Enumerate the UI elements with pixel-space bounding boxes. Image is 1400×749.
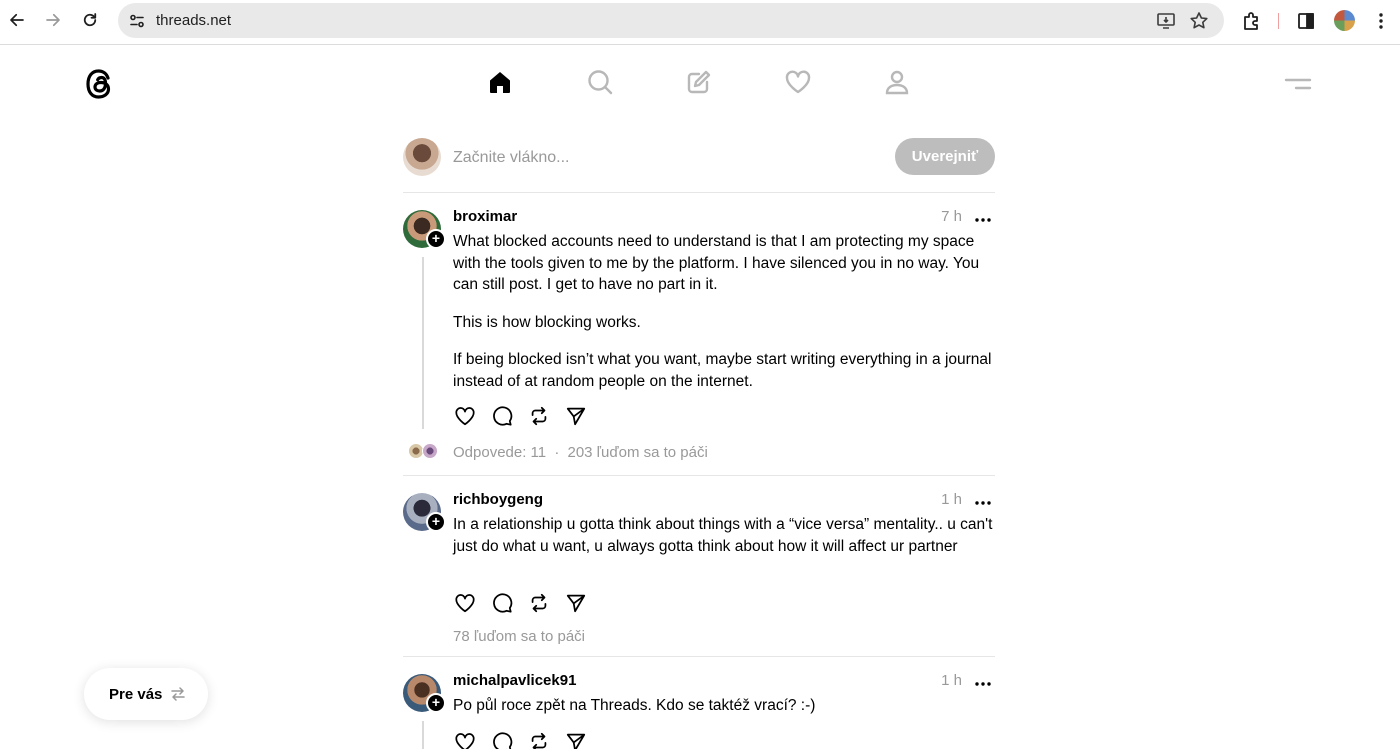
- browser-menu-icon[interactable]: [1369, 9, 1393, 33]
- url-text: threads.net: [156, 12, 232, 29]
- avatar: [403, 138, 441, 176]
- post-paragraph: This is how blocking works.: [453, 313, 641, 331]
- feed-switch-button[interactable]: Pre vás: [84, 668, 208, 720]
- thread-line: [422, 257, 424, 429]
- swap-icon: [170, 686, 186, 702]
- heart-icon: [784, 68, 812, 101]
- browser-toolbar: threads.net: [0, 0, 1400, 45]
- post-button[interactable]: Uverejniť: [895, 138, 995, 175]
- post-paragraph: Po půl roce zpět na Threads. Kdo se takt…: [453, 697, 816, 714]
- follow-badge[interactable]: +: [426, 693, 446, 713]
- more-icon[interactable]: [973, 495, 993, 505]
- repost-icon[interactable]: [527, 404, 551, 428]
- post: + michalpavlicek91 1 h Po půl roce zpět …: [403, 657, 995, 749]
- thread-line: [422, 721, 424, 749]
- post-time[interactable]: 7 h: [941, 208, 962, 225]
- feed-switch-label: Pre vás: [109, 685, 163, 703]
- browser-profile-avatar[interactable]: [1334, 10, 1355, 31]
- forward-icon[interactable]: [41, 8, 65, 32]
- nav-compose[interactable]: [679, 64, 719, 104]
- nav-search[interactable]: [580, 64, 620, 104]
- post-time[interactable]: 1 h: [941, 491, 962, 508]
- like-icon[interactable]: [453, 404, 477, 428]
- back-icon[interactable]: [5, 8, 29, 32]
- compose-icon: [685, 68, 713, 101]
- share-icon[interactable]: [564, 591, 588, 615]
- repost-icon[interactable]: [527, 730, 551, 749]
- comment-icon[interactable]: [490, 730, 514, 749]
- composer-input[interactable]: Začnite vlákno...: [453, 149, 570, 167]
- post: + richboygeng 1 h In a relationship u go…: [403, 476, 995, 657]
- post-paragraph: If being blocked isn’t what you want, ma…: [453, 351, 992, 390]
- like-icon[interactable]: [453, 591, 477, 615]
- repost-icon[interactable]: [527, 591, 551, 615]
- nav-home[interactable]: [480, 64, 520, 104]
- extensions-icon[interactable]: [1240, 9, 1264, 33]
- reply-avatar: [422, 443, 438, 459]
- like-icon[interactable]: [453, 730, 477, 749]
- comment-icon[interactable]: [490, 404, 514, 428]
- home-icon: [486, 68, 514, 101]
- post-body: What blocked accounts need to understand…: [453, 231, 995, 408]
- post-time[interactable]: 1 h: [941, 672, 962, 689]
- threads-logo[interactable]: [84, 67, 116, 101]
- username[interactable]: michalpavlicek91: [453, 672, 576, 689]
- username[interactable]: broximar: [453, 208, 517, 225]
- more-icon[interactable]: [973, 676, 993, 686]
- replies-count[interactable]: Odpovede: 11: [453, 444, 546, 461]
- stats-separator: ·: [554, 444, 560, 461]
- follow-badge[interactable]: +: [426, 512, 446, 532]
- composer: Začnite vlákno... Uverejniť: [403, 130, 995, 193]
- search-icon: [586, 68, 614, 101]
- reload-icon[interactable]: [78, 8, 102, 32]
- install-app-icon[interactable]: [1155, 10, 1177, 32]
- post-paragraph: In a relationship u gotta think about th…: [453, 516, 993, 555]
- post-stats: 78 ľuďom sa to páči: [453, 628, 585, 645]
- bookmark-star-icon[interactable]: [1188, 10, 1210, 32]
- feed: Začnite vlákno... Uverejniť + broximar 7…: [403, 130, 995, 749]
- post-stats: Odpovede: 11 · 203 ľuďom sa to páči: [453, 444, 708, 461]
- post-paragraph: What blocked accounts need to understand…: [453, 233, 980, 293]
- post-body: Po půl roce zpět na Threads. Kdo se takt…: [453, 695, 995, 733]
- address-bar[interactable]: threads.net: [118, 3, 1224, 38]
- likes-count[interactable]: 78 ľuďom sa to páči: [453, 628, 585, 645]
- nav-profile[interactable]: [877, 64, 917, 104]
- follow-badge[interactable]: +: [426, 229, 446, 249]
- nav-activity[interactable]: [778, 64, 818, 104]
- comment-icon[interactable]: [490, 591, 514, 615]
- post-body: In a relationship u gotta think about th…: [453, 514, 995, 573]
- profile-icon: [883, 68, 911, 101]
- side-panel-icon[interactable]: [1294, 9, 1318, 33]
- toolbar-divider: [1278, 13, 1279, 29]
- share-icon[interactable]: [564, 730, 588, 749]
- more-icon[interactable]: [973, 212, 993, 222]
- menu-icon[interactable]: [1284, 74, 1312, 94]
- post: + broximar 7 h What blocked accounts nee…: [403, 193, 995, 476]
- site-settings-icon[interactable]: [126, 10, 148, 32]
- share-icon[interactable]: [564, 404, 588, 428]
- likes-count[interactable]: 203 ľuďom sa to páči: [567, 444, 707, 461]
- username[interactable]: richboygeng: [453, 491, 543, 508]
